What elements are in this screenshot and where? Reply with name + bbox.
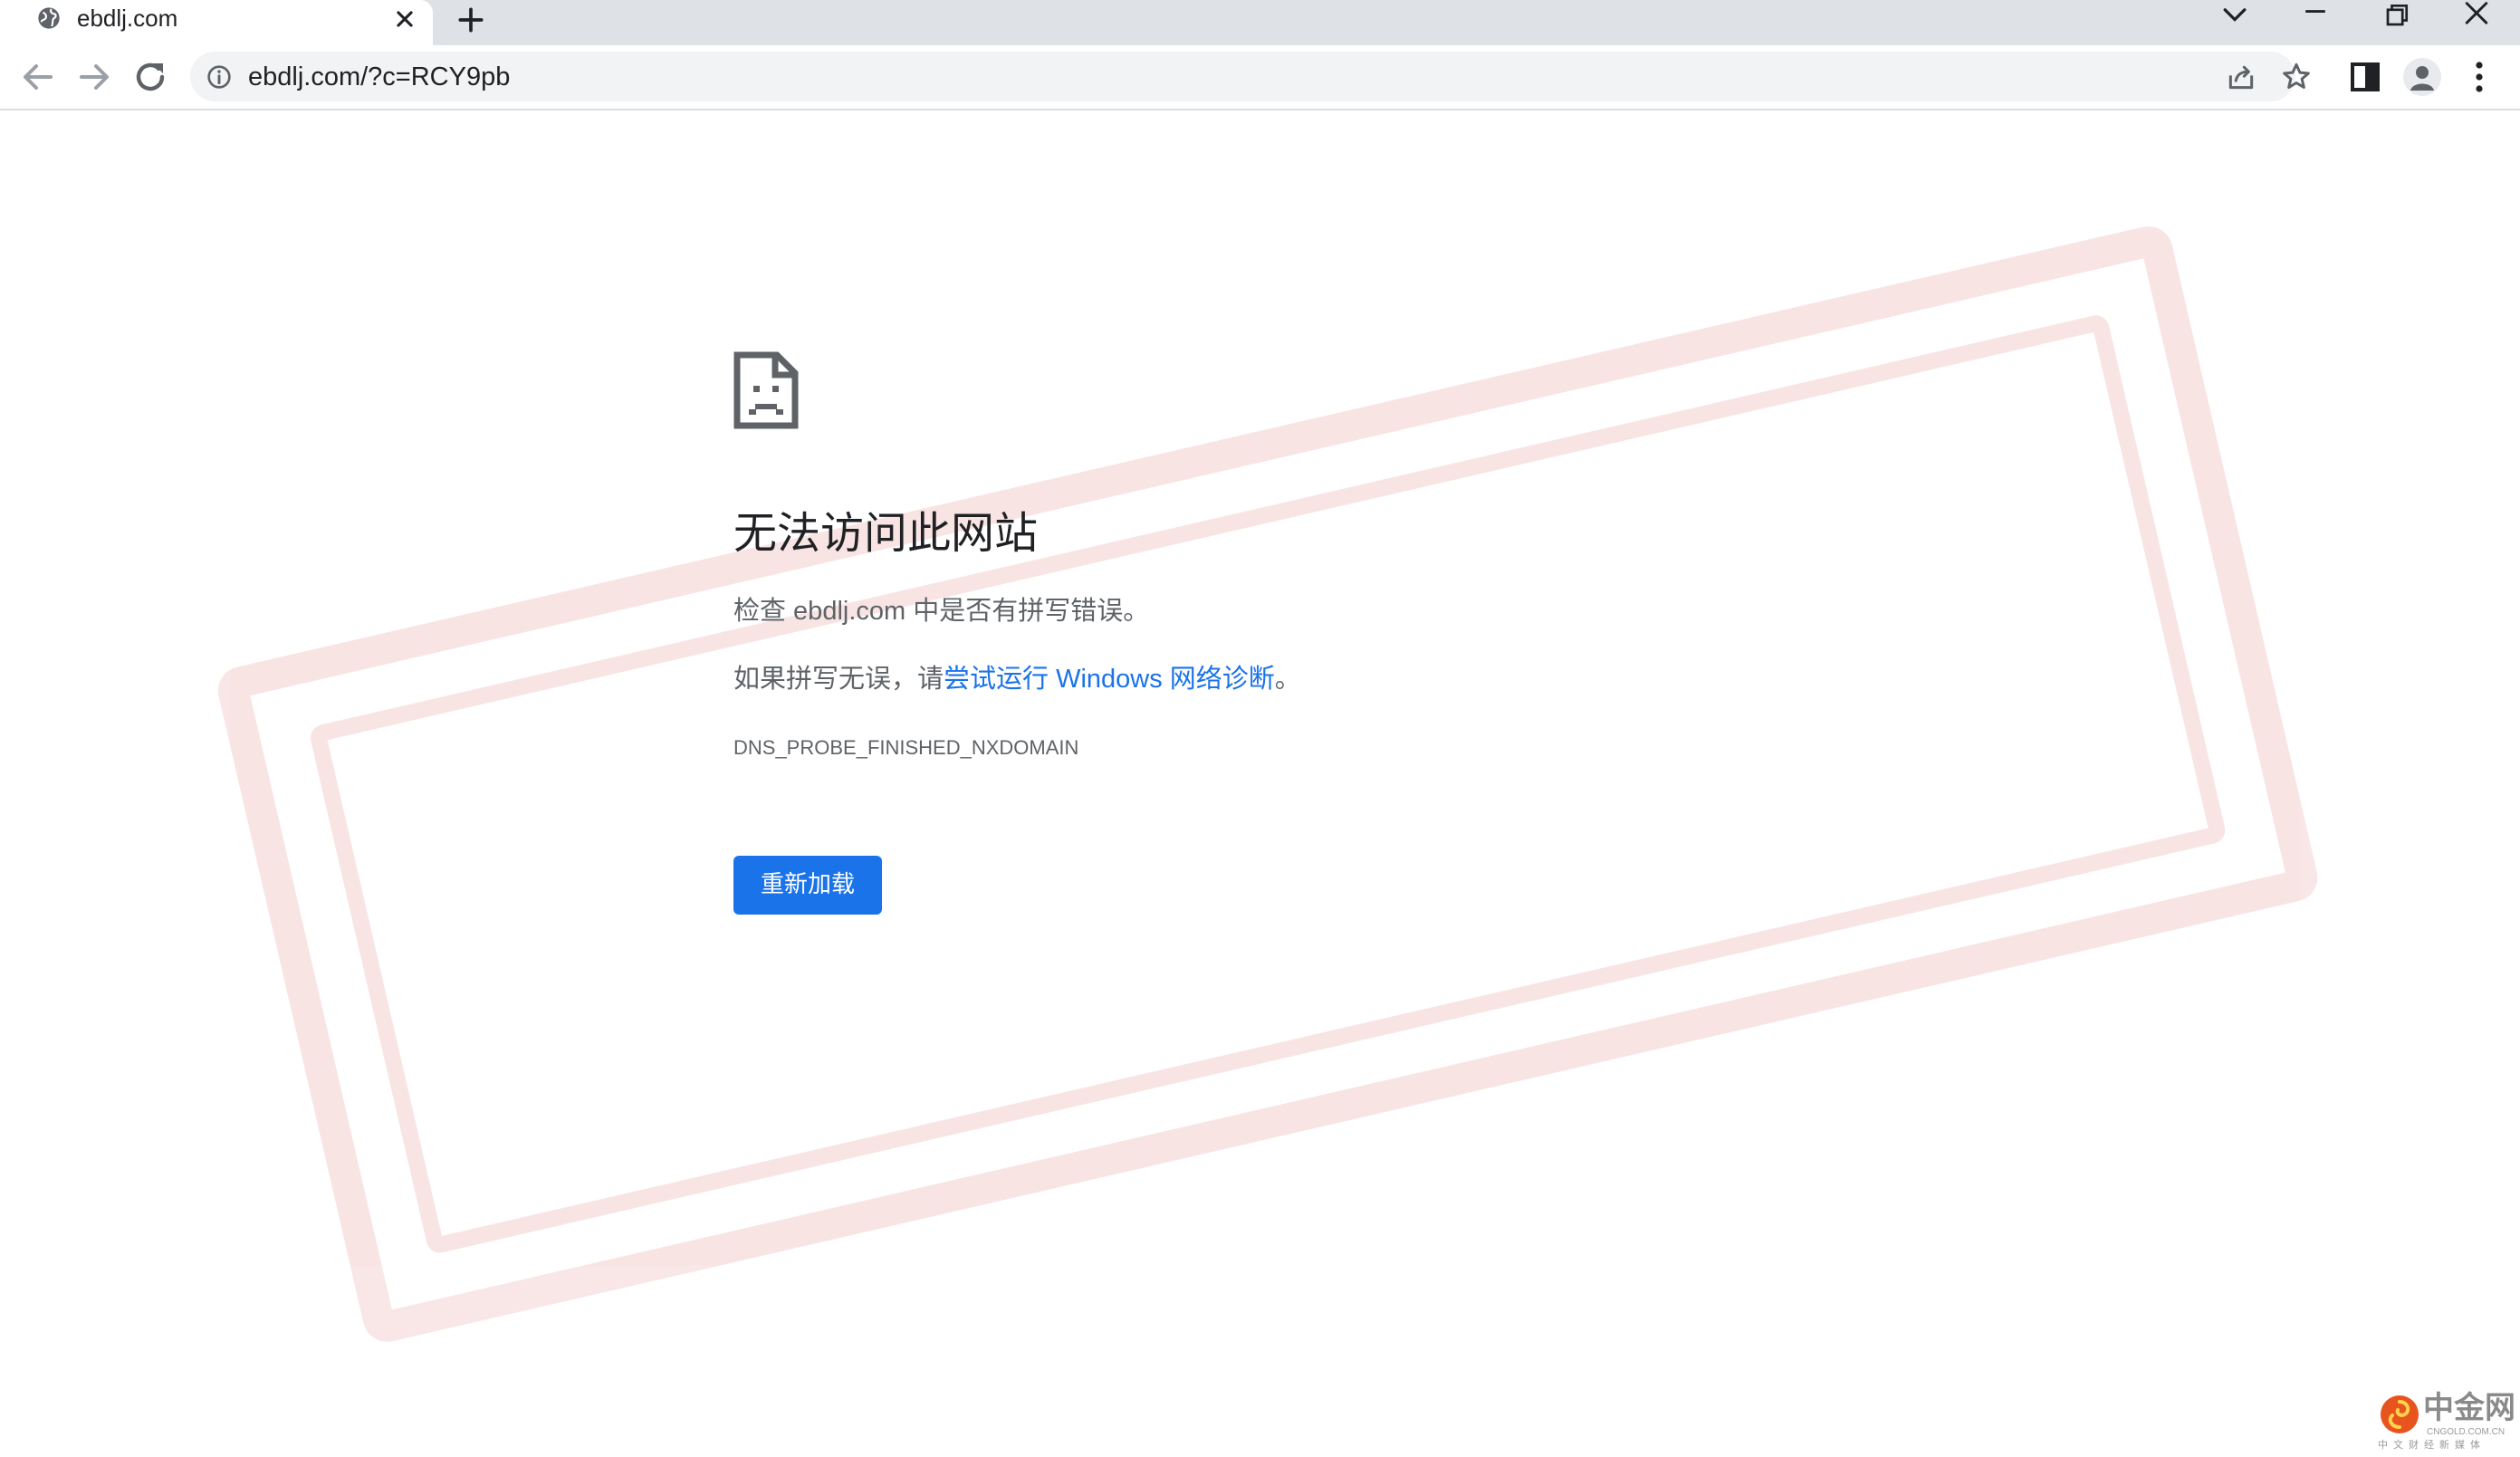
- reload-icon[interactable]: [129, 55, 172, 99]
- site-info-icon[interactable]: [205, 62, 234, 91]
- diagnostics-prefix: 如果拼写无误，请: [733, 665, 944, 694]
- tab-search-chevron-icon[interactable]: [2215, 0, 2255, 33]
- profile-avatar[interactable]: [2403, 58, 2441, 96]
- menu-kebab-icon[interactable]: [2458, 55, 2501, 99]
- tab-strip: ebdlj.com: [0, 0, 2520, 45]
- browser-tab[interactable]: ebdlj.com: [0, 0, 433, 45]
- restore-icon[interactable]: [2376, 0, 2416, 33]
- forward-icon[interactable]: [72, 55, 116, 99]
- network-diagnostics-link[interactable]: 尝试运行 Windows 网络诊断: [944, 665, 1275, 694]
- url-text[interactable]: ebdlj.com/?c=RCY9pb: [248, 61, 510, 93]
- logo-name: 中金网: [2423, 1390, 2515, 1426]
- watermark-stamp: [217, 225, 2318, 1342]
- minimize-icon[interactable]: [2295, 0, 2335, 33]
- share-icon[interactable]: [2223, 59, 2259, 95]
- close-window-icon[interactable]: [2457, 0, 2496, 33]
- tab-title: ebdlj.com: [77, 5, 178, 32]
- error-suggestion-spelling: 检查 ebdlj.com 中是否有拼写错误。: [733, 597, 1150, 626]
- bookmark-star-icon[interactable]: [2278, 59, 2314, 95]
- sad-page-icon: [733, 351, 799, 429]
- address-bar[interactable]: ebdlj.com/?c=RCY9pb: [190, 52, 2310, 101]
- globe-icon: [38, 7, 60, 29]
- error-title: 无法访问此网站: [733, 510, 1039, 558]
- diagnostics-suffix: 。: [1274, 665, 1301, 694]
- close-tab-icon[interactable]: [389, 4, 420, 34]
- browser-toolbar: ebdlj.com/?c=RCY9pb: [0, 45, 2520, 110]
- person-icon: [2410, 66, 2434, 91]
- new-tab-icon[interactable]: [453, 2, 489, 38]
- logo-domain: CNGOLD.COM.CN: [2427, 1427, 2506, 1437]
- error-suggestion-diagnostics: 如果拼写无误，请尝试运行 Windows 网络诊断。: [733, 662, 1301, 696]
- logo-tagline: 中文财经新媒体: [2378, 1440, 2486, 1451]
- corner-logo: 中金网 CNGOLD.COM.CN 中文财经新媒体: [2376, 1389, 2515, 1451]
- error-code: DNS_PROBE_FINISHED_NXDOMAIN: [733, 736, 1079, 759]
- back-icon[interactable]: [16, 55, 60, 99]
- reload-button[interactable]: 重新加载: [733, 856, 882, 915]
- swirl-logo-icon: [2381, 1395, 2419, 1433]
- side-panel-icon[interactable]: [2343, 55, 2387, 99]
